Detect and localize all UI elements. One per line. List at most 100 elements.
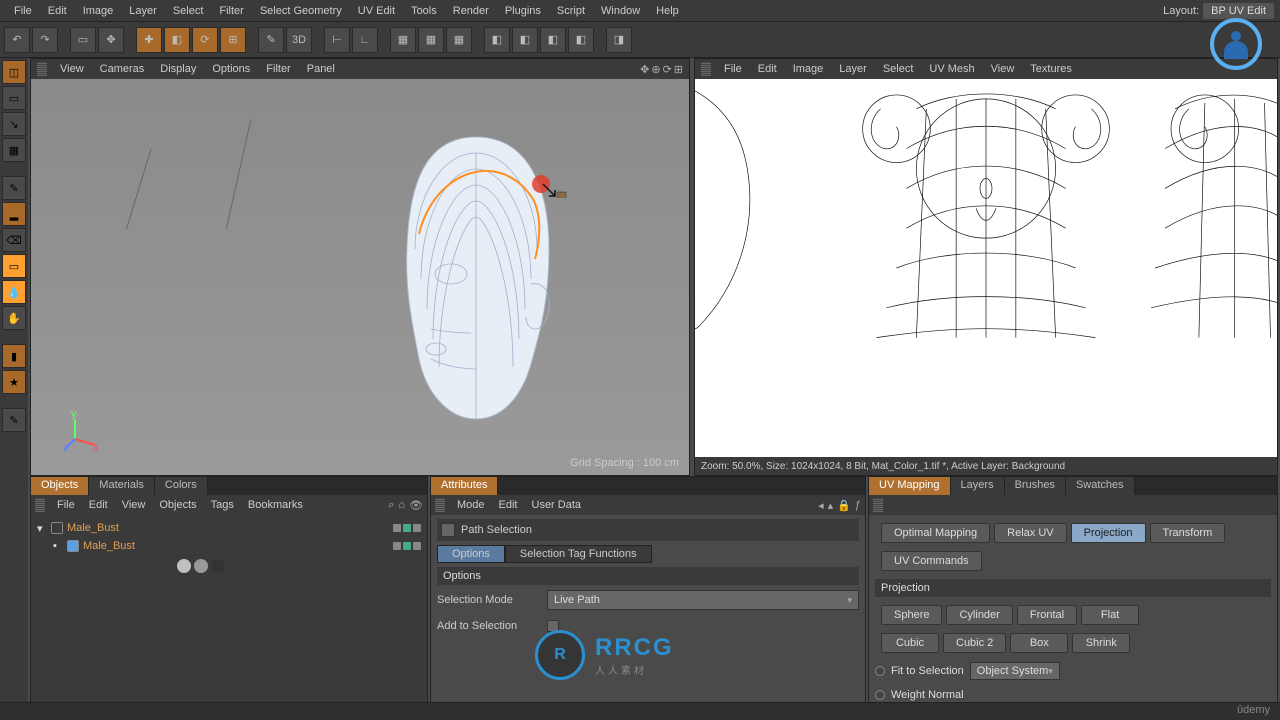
btn-projection[interactable]: Projection	[1071, 523, 1146, 543]
nav-max-icon[interactable]: ⊞	[674, 63, 683, 76]
tab-attributes[interactable]: Attributes	[431, 477, 498, 495]
render-c-icon[interactable]: ▦	[446, 27, 472, 53]
move-tool-icon[interactable]: ✚	[136, 27, 162, 53]
live-select-icon[interactable]: ▭	[70, 27, 96, 53]
eye-icon[interactable]: 👁	[409, 499, 423, 512]
nav-zoom-icon[interactable]: ⊕	[651, 63, 660, 76]
profile-avatar-icon[interactable]	[1210, 18, 1262, 70]
nav-orbit-icon[interactable]: ⟳	[663, 63, 672, 76]
selection-mode-dropdown[interactable]: Live Path ▾	[547, 590, 859, 610]
btn-sphere[interactable]: Sphere	[881, 605, 942, 625]
obj-menu-view[interactable]: View	[116, 499, 152, 511]
obj-menu-edit[interactable]: Edit	[83, 499, 114, 511]
tab-layers[interactable]: Layers	[951, 477, 1005, 495]
fit-to-selection-radio[interactable]	[875, 666, 885, 676]
redo-icon[interactable]: ↷	[32, 27, 58, 53]
btn-frontal[interactable]: Frontal	[1017, 605, 1077, 625]
obj-mode-icon[interactable]: ▦	[2, 138, 26, 162]
xaxis-icon[interactable]: ⊢	[324, 27, 350, 53]
uvvp-menu-image[interactable]: Image	[786, 63, 831, 75]
subtab-options[interactable]: Options	[437, 545, 505, 563]
vp3d-menu-view[interactable]: View	[53, 63, 91, 75]
menu-select[interactable]: Select	[165, 5, 212, 17]
grip-icon[interactable]	[435, 498, 445, 512]
obj-menu-file[interactable]: File	[51, 499, 81, 511]
uvvp-menu-layer[interactable]: Layer	[832, 63, 874, 75]
texture-tag-icon[interactable]	[211, 559, 225, 573]
menu-file[interactable]: File	[6, 5, 40, 17]
attr-menu-mode[interactable]: Mode	[451, 499, 491, 511]
hand-icon[interactable]: ✋	[2, 306, 26, 330]
btn-relax-uv[interactable]: Relax UV	[994, 523, 1066, 543]
object-name[interactable]: Male_Bust	[67, 522, 119, 534]
collapse-icon[interactable]: ▾	[37, 522, 47, 535]
uvvp-menu-edit[interactable]: Edit	[751, 63, 784, 75]
3d-icon[interactable]: 3D	[286, 27, 312, 53]
menu-plugins[interactable]: Plugins	[497, 5, 549, 17]
vp3d-menu-cameras[interactable]: Cameras	[93, 63, 152, 75]
tab-colors[interactable]: Colors	[155, 477, 208, 495]
menu-filter[interactable]: Filter	[211, 5, 251, 17]
weight-normal-radio[interactable]	[875, 690, 885, 700]
menu-render[interactable]: Render	[445, 5, 497, 17]
lock-icon[interactable]: 🔒	[837, 499, 851, 512]
eraser-icon[interactable]: ⌫	[2, 228, 26, 252]
nav-pan-icon[interactable]: ✥	[640, 63, 649, 76]
star-icon[interactable]: ★	[2, 370, 26, 394]
home-icon[interactable]: ⌂	[398, 499, 405, 512]
grip-icon[interactable]	[873, 498, 883, 512]
tab-swatches[interactable]: Swatches	[1066, 477, 1135, 495]
render-a-icon[interactable]: ▦	[390, 27, 416, 53]
up-icon[interactable]: ▴	[828, 499, 834, 512]
back-icon[interactable]: ◂	[818, 499, 824, 512]
menu-uv-edit[interactable]: UV Edit	[350, 5, 403, 17]
grip-icon[interactable]	[35, 498, 45, 512]
uvvp-menu-uvmesh[interactable]: UV Mesh	[922, 63, 981, 75]
sculpt-icon[interactable]: ▂	[2, 202, 26, 226]
vp3d-menu-display[interactable]: Display	[153, 63, 203, 75]
obj-menu-objects[interactable]: Objects	[153, 499, 202, 511]
move-icon[interactable]: ✥	[98, 27, 124, 53]
vp3d-menu-options[interactable]: Options	[205, 63, 257, 75]
menu-image[interactable]: Image	[75, 5, 122, 17]
attr-menu-userdata[interactable]: User Data	[526, 499, 588, 511]
btn-box[interactable]: Box	[1010, 633, 1068, 653]
obj-menu-tags[interactable]: Tags	[205, 499, 240, 511]
layout-dropdown[interactable]: BP UV Edit	[1203, 3, 1274, 19]
brush-icon[interactable]: ✎	[2, 176, 26, 200]
menu-window[interactable]: Window	[593, 5, 648, 17]
btn-cubic2[interactable]: Cubic 2	[943, 633, 1006, 653]
menu-edit[interactable]: Edit	[40, 5, 75, 17]
cube-c-icon[interactable]: ◧	[540, 27, 566, 53]
last-tool-icon[interactable]: ✎	[258, 27, 284, 53]
model-mode-icon[interactable]: ▭	[2, 86, 26, 110]
tab-materials[interactable]: Materials	[89, 477, 155, 495]
pen-icon[interactable]: ✎	[2, 408, 26, 432]
btn-cubic[interactable]: Cubic	[881, 633, 939, 653]
obj-menu-bookmarks[interactable]: Bookmarks	[242, 499, 309, 511]
btn-transform[interactable]: Transform	[1150, 523, 1226, 543]
fit-system-dropdown[interactable]: Object System▾	[970, 662, 1060, 680]
grip-icon[interactable]	[37, 62, 47, 76]
tex-mode-icon[interactable]: ↘	[2, 112, 26, 136]
uvvp-menu-file[interactable]: File	[717, 63, 749, 75]
drop-icon[interactable]: 💧	[2, 280, 26, 304]
object-name[interactable]: Male_Bust	[83, 540, 135, 552]
misc-icon[interactable]: ◨	[606, 27, 632, 53]
object-tree[interactable]: ▾ Male_Bust ▪ Male_Bust	[31, 515, 427, 719]
uvvp-menu-select[interactable]: Select	[876, 63, 921, 75]
tab-brushes[interactable]: Brushes	[1005, 477, 1066, 495]
render-b-icon[interactable]: ▦	[418, 27, 444, 53]
btn-uv-commands[interactable]: UV Commands	[881, 551, 982, 571]
make-editable-icon[interactable]: ◫	[2, 60, 26, 84]
pick-tool-icon[interactable]: ⊞	[220, 27, 246, 53]
viewport-3d-canvas[interactable]: y x z Grid Spacing : 100 cm	[31, 79, 689, 475]
undo-icon[interactable]: ↶	[4, 27, 30, 53]
menu-script[interactable]: Script	[549, 5, 593, 17]
axis-icon[interactable]: ∟	[352, 27, 378, 53]
tab-uv-mapping[interactable]: UV Mapping	[869, 477, 951, 495]
scale-tool-icon[interactable]: ◧	[164, 27, 190, 53]
attr-menu-edit[interactable]: Edit	[493, 499, 524, 511]
rotate-tool-icon[interactable]: ⟳	[192, 27, 218, 53]
uvw-tag-icon[interactable]	[194, 559, 208, 573]
